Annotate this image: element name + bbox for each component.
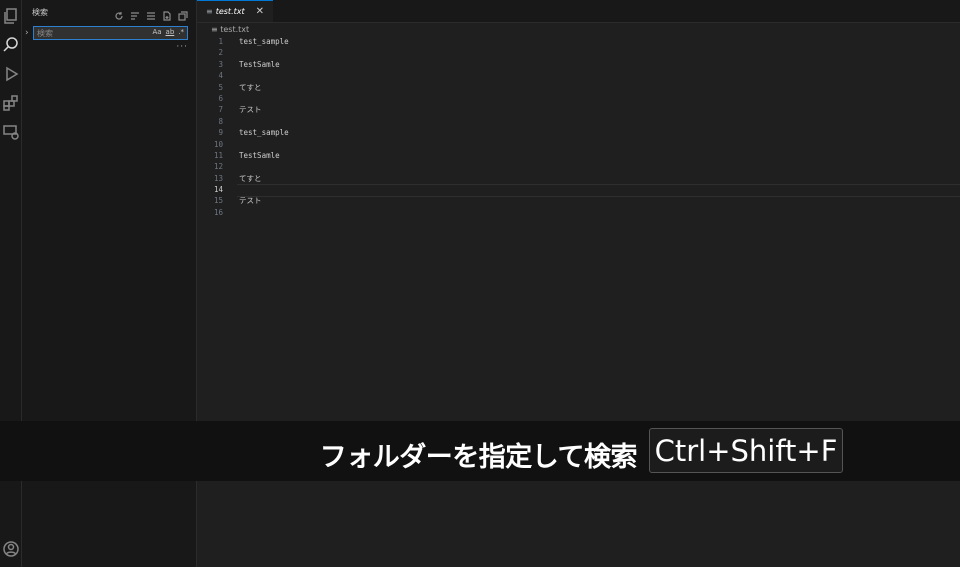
line-number: 13 (213, 173, 223, 183)
code-line[interactable]: 7 テスト (197, 104, 960, 115)
line-text: TestSamle (239, 150, 280, 160)
explorer-icon[interactable] (0, 4, 21, 28)
text-file-icon: ≡ (206, 7, 213, 16)
new-search-editor-icon[interactable] (162, 6, 172, 21)
line-number: 12 (213, 162, 223, 172)
line-number: 6 (218, 93, 223, 103)
tab-bar: ≡ test.txt ✕ (197, 0, 960, 23)
extensions-icon[interactable] (0, 91, 21, 115)
code-lines[interactable]: 1 test_sample 2 3 TestSamle 4 5 てすと 6 7 テスト 8 9 test_… (197, 36, 960, 218)
search-input[interactable] (37, 27, 147, 39)
editor-area: ≡ test.txt ✕ ≡ test.txt 1 test_sample 2 3 Te… (197, 0, 960, 567)
code-line[interactable]: 13 てすと (197, 173, 960, 184)
line-number: 15 (213, 196, 223, 206)
code-line[interactable]: 3 TestSamle (197, 59, 960, 70)
caption-text: フォルダーを指定して検索 (319, 442, 638, 473)
toggle-replace-chevron-icon[interactable]: › (25, 28, 29, 38)
text-file-icon: ≡ (211, 25, 221, 34)
line-number: 8 (218, 116, 223, 126)
sidebar-actions (114, 6, 188, 21)
view-as-tree-icon[interactable] (178, 6, 188, 21)
whole-word-toggle[interactable]: ab (166, 28, 175, 36)
search-icon[interactable] (0, 33, 21, 57)
code-line[interactable]: 9 test_sample (197, 127, 960, 138)
line-text: test_sample (239, 37, 289, 46)
line-text: テスト (239, 105, 262, 115)
code-line[interactable]: 14 (197, 184, 960, 198)
activity-bar (0, 0, 22, 567)
line-text: テスト (239, 196, 262, 206)
tab-label: test.txt (215, 7, 245, 16)
tab-test-txt[interactable]: ≡ test.txt ✕ (197, 0, 273, 22)
code-line[interactable]: 1 test_sample (197, 36, 960, 47)
line-number: 9 (218, 128, 223, 138)
code-line[interactable]: 10 (197, 139, 960, 150)
run-debug-icon[interactable] (0, 62, 21, 86)
remote-explorer-icon[interactable] (0, 120, 21, 144)
code-line[interactable]: 6 (197, 93, 960, 104)
close-tab-icon[interactable]: ✕ (256, 6, 264, 17)
code-line[interactable]: 16 (197, 207, 960, 218)
line-number: 1 (218, 37, 223, 46)
collapse-all-icon[interactable] (146, 6, 156, 20)
refresh-icon[interactable] (114, 6, 124, 20)
code-line[interactable]: 11 TestSamle (197, 150, 960, 161)
breadcrumb-file[interactable]: test.txt (220, 25, 249, 34)
line-number: 11 (213, 150, 223, 160)
search-sidebar: 検索 › Aa ab .* ··· (22, 0, 197, 567)
line-number: 4 (218, 71, 223, 81)
code-line[interactable]: 2 (197, 47, 960, 58)
line-number: 14 (213, 185, 223, 195)
code-line[interactable]: 8 (197, 116, 960, 127)
sidebar-title: 検索 (32, 8, 48, 17)
search-box[interactable]: Aa ab .* (33, 26, 188, 40)
code-line[interactable]: 5 てすと (197, 82, 960, 93)
line-number: 7 (218, 105, 223, 115)
line-text: test_sample (239, 128, 289, 138)
line-text: てすと (239, 82, 262, 92)
toggle-search-details-icon[interactable]: ··· (176, 42, 188, 52)
line-number: 2 (218, 48, 223, 58)
line-text: てすと (239, 173, 262, 183)
shortcut-key: Ctrl+Shift+F (649, 428, 843, 473)
regex-toggle[interactable]: .* (178, 28, 184, 36)
code-line[interactable]: 12 (197, 161, 960, 172)
line-number: 3 (218, 59, 223, 69)
match-case-toggle[interactable]: Aa (152, 28, 161, 36)
search-options: Aa ab .* (152, 28, 184, 36)
clear-results-icon[interactable] (130, 6, 140, 20)
account-icon[interactable] (0, 539, 21, 559)
breadcrumb[interactable]: ≡ test.txt (211, 25, 249, 34)
caption-overlay: フォルダーを指定して検索 Ctrl+Shift+F (0, 421, 960, 481)
line-text: TestSamle (239, 59, 280, 69)
code-line[interactable]: 15 テスト (197, 195, 960, 206)
line-number: 16 (213, 207, 223, 217)
code-line[interactable]: 4 (197, 70, 960, 81)
line-number: 5 (218, 82, 223, 92)
line-number: 10 (213, 139, 223, 149)
